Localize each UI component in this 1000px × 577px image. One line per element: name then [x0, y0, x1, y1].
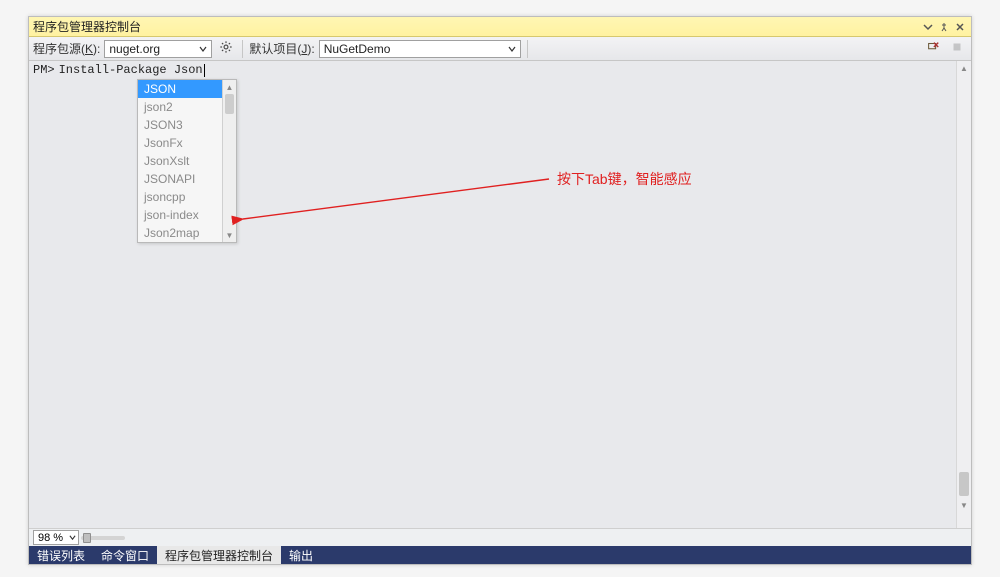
- clear-icon: [926, 40, 940, 57]
- autocomplete-list[interactable]: JSONjson2JSON3JsonFxJsonXsltJSONAPIjsonc…: [138, 80, 222, 242]
- prompt-prefix: PM>: [33, 63, 55, 77]
- autocomplete-item[interactable]: JSON3: [138, 116, 222, 134]
- zoom-combo[interactable]: 98 %: [33, 530, 79, 545]
- autocomplete-item[interactable]: Json2map: [138, 224, 222, 242]
- autocomplete-popup: JSONjson2JSON3JsonFxJsonXsltJSONAPIjsonc…: [137, 79, 237, 243]
- bottom-tab[interactable]: 程序包管理器控制台: [157, 546, 281, 564]
- autocomplete-item[interactable]: JsonXslt: [138, 152, 222, 170]
- autocomplete-item[interactable]: json2: [138, 98, 222, 116]
- chevron-down-icon: [197, 45, 209, 53]
- package-source-label: 程序包源(K):: [33, 40, 100, 57]
- annotation-text: 按下Tab键，智能感应: [557, 169, 692, 189]
- console-scrollbar[interactable]: ▲ ▼: [956, 61, 971, 528]
- separator: [242, 40, 243, 58]
- scroll-thumb[interactable]: [959, 472, 969, 496]
- autocomplete-item[interactable]: jsoncpp: [138, 188, 222, 206]
- stop-icon: [950, 40, 964, 57]
- dropdown-icon[interactable]: [921, 20, 935, 34]
- stop-button[interactable]: [947, 39, 967, 59]
- separator: [527, 40, 528, 58]
- chevron-down-icon: [506, 45, 518, 53]
- autocomplete-item[interactable]: JSON: [138, 80, 222, 98]
- bottom-tab[interactable]: 错误列表: [29, 546, 93, 564]
- scroll-thumb[interactable]: [225, 94, 234, 114]
- package-source-combo[interactable]: nuget.org: [104, 40, 212, 58]
- gear-icon: [219, 40, 233, 57]
- bottom-tab[interactable]: 输出: [281, 546, 321, 564]
- zoom-slider[interactable]: [81, 536, 125, 540]
- panel-title: 程序包管理器控制台: [33, 18, 919, 35]
- autocomplete-scrollbar[interactable]: ▲ ▼: [222, 80, 236, 242]
- default-project-label: 默认项目(J):: [249, 40, 314, 57]
- default-project-combo[interactable]: NuGetDemo: [319, 40, 521, 58]
- bottom-tab-strip: 错误列表命令窗口程序包管理器控制台输出: [29, 546, 971, 564]
- chevron-down-icon: [69, 532, 76, 544]
- scroll-up-icon[interactable]: ▲: [223, 80, 236, 94]
- text-cursor: [204, 64, 205, 77]
- default-project-value: NuGetDemo: [324, 42, 506, 56]
- panel-title-bar: 程序包管理器控制台: [29, 17, 971, 37]
- autocomplete-item[interactable]: JsonFx: [138, 134, 222, 152]
- command-text: Install-Package Json: [59, 63, 203, 77]
- scroll-down-icon[interactable]: ▼: [957, 498, 971, 513]
- scroll-up-icon[interactable]: ▲: [957, 61, 971, 76]
- close-icon[interactable]: [953, 20, 967, 34]
- autocomplete-item[interactable]: json-index: [138, 206, 222, 224]
- settings-button[interactable]: [216, 39, 236, 59]
- package-source-value: nuget.org: [109, 42, 197, 56]
- zoom-value: 98 %: [38, 532, 69, 544]
- prompt-line: PM> Install-Package Json: [33, 63, 205, 77]
- autocomplete-item[interactable]: JSONAPI: [138, 170, 222, 188]
- console-body[interactable]: PM> Install-Package Json JSONjson2JSON3J…: [29, 61, 971, 528]
- toolbar: 程序包源(K): nuget.org 默认项目(J): NuGetDemo: [29, 37, 971, 61]
- zoom-knob[interactable]: [83, 533, 91, 543]
- scroll-down-icon[interactable]: ▼: [223, 228, 236, 242]
- pin-icon[interactable]: [937, 20, 951, 34]
- clear-console-button[interactable]: [923, 39, 943, 59]
- zoom-bar: 98 %: [29, 528, 971, 546]
- package-manager-console-panel: 程序包管理器控制台 程序包源(K): nuget.org 默认项目(J: [28, 16, 972, 565]
- bottom-tab[interactable]: 命令窗口: [93, 546, 157, 564]
